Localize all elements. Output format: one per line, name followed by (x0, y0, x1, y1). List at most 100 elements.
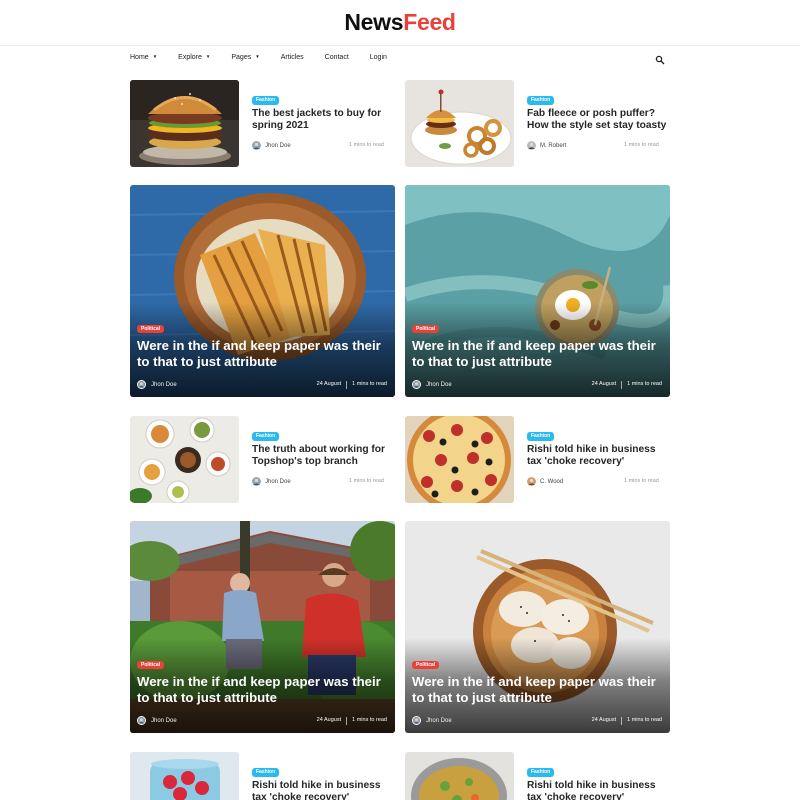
category-badge[interactable]: Political (412, 661, 440, 669)
meta-divider (621, 380, 623, 389)
category-badge[interactable]: Political (137, 661, 165, 669)
nav-item-articles[interactable]: Articles (281, 54, 304, 61)
article-title[interactable]: Rishi told hike in business tax 'choke r… (252, 780, 397, 800)
author[interactable]: Jhon Doe (137, 716, 177, 725)
logo-main-text: News (344, 9, 404, 35)
article-card-small[interactable]: Fashion The truth about working for Tops… (130, 416, 395, 503)
article-card-small[interactable]: Fashion The best jackets to buy for spri… (130, 80, 395, 167)
nav-item-explore[interactable]: Explore ▼ (178, 54, 210, 61)
nav-item-login[interactable]: Login (370, 54, 387, 61)
article-card-small[interactable]: Fashion Rishi told hike in business tax … (405, 416, 670, 503)
article-title[interactable]: Were in the if and keep paper was their … (137, 338, 393, 370)
author[interactable]: Jhon Doe (412, 380, 452, 389)
category-badge[interactable]: Political (412, 325, 440, 333)
meta-divider (621, 716, 623, 725)
author[interactable]: Jhon Doe (412, 716, 452, 725)
category-badge[interactable]: Fashion (527, 96, 555, 105)
article-meta: 24 August 1 mins to read (317, 716, 387, 725)
nav-item-label: Pages (231, 53, 252, 61)
article-card-featured[interactable]: Political Were in the if and keep paper … (405, 521, 670, 733)
food-bowls-photo[interactable] (130, 416, 239, 503)
article-title[interactable]: Were in the if and keep paper was their … (412, 338, 668, 370)
avatar (527, 141, 536, 150)
nav-item-label: Articles (280, 53, 304, 61)
article-meta: 24 August 1 mins to read (592, 716, 662, 725)
berries-jar-photo[interactable] (130, 752, 239, 800)
logo-accent-text: Feed (403, 9, 456, 35)
burger-photo[interactable] (130, 80, 239, 167)
meta-divider (346, 380, 348, 389)
nav-item-label: Login (369, 53, 387, 61)
read-time: 1 mins to read (624, 478, 659, 484)
category-badge[interactable]: Fashion (527, 432, 555, 441)
article-meta: 24 August 1 mins to read (592, 380, 662, 389)
article-card-small[interactable]: Fashion Rishi told hike in business tax … (130, 752, 395, 800)
read-time: 1 mins to read (352, 717, 387, 723)
author-name: Jhon Doe (265, 142, 291, 149)
search-icon[interactable] (655, 52, 665, 65)
author-name: Jhon Doe (426, 717, 452, 724)
author-name: C. Wood (540, 478, 564, 485)
category-badge[interactable]: Political (137, 325, 165, 333)
caret-down-icon: ▼ (205, 53, 211, 59)
avatar (137, 380, 146, 389)
article-title[interactable]: Fab fleece or posh puffer? How the style… (527, 108, 672, 132)
pizza-photo[interactable] (405, 416, 514, 503)
avatar (137, 716, 146, 725)
soup-pot-photo[interactable] (405, 752, 514, 800)
avatar (412, 716, 421, 725)
meta-divider (346, 716, 348, 725)
read-time: 1 mins to read (624, 142, 659, 148)
header-divider (0, 45, 800, 46)
article-title[interactable]: The best jackets to buy for spring 2021 (252, 108, 397, 132)
author[interactable]: M. Robert (527, 141, 566, 150)
read-time: 1 mins to read (349, 478, 384, 484)
burger-onion-rings-photo[interactable] (405, 80, 514, 167)
avatar (252, 477, 261, 486)
nav-item-label: Contact (324, 53, 349, 61)
article-card-small[interactable]: Fashion Fab fleece or posh puffer? How t… (405, 80, 670, 167)
author-name: Jhon Doe (265, 478, 291, 485)
category-badge[interactable]: Fashion (252, 96, 280, 105)
category-badge[interactable]: Fashion (252, 432, 280, 441)
publish-date: 24 August (591, 717, 617, 723)
nav-item-label: Explore (178, 53, 202, 61)
article-title[interactable]: Were in the if and keep paper was their … (137, 674, 393, 706)
read-time: 1 mins to read (627, 717, 662, 723)
read-time: 1 mins to read (352, 381, 387, 387)
author-name: Jhon Doe (151, 381, 177, 388)
category-badge[interactable]: Fashion (252, 768, 280, 777)
author-name: Jhon Doe (151, 717, 177, 724)
category-badge[interactable]: Fashion (527, 768, 555, 777)
publish-date: 24 August (591, 381, 617, 387)
avatar (252, 141, 261, 150)
caret-down-icon: ▼ (152, 53, 158, 59)
publish-date: 24 August (316, 717, 342, 723)
article-card-featured[interactable]: Political Were in the if and keep paper … (130, 521, 395, 733)
author-name: M. Robert (540, 142, 567, 149)
article-meta: 24 August 1 mins to read (317, 380, 387, 389)
nav-item-home[interactable]: Home ▼ (130, 54, 157, 61)
article-title[interactable]: Rishi told hike in business tax 'choke r… (527, 780, 672, 800)
nav-item-label: Home (130, 53, 149, 61)
author[interactable]: Jhon Doe (137, 380, 177, 389)
article-title[interactable]: The truth about working for Topshop's to… (252, 444, 397, 468)
read-time: 1 mins to read (627, 381, 662, 387)
article-title[interactable]: Were in the if and keep paper was their … (412, 674, 668, 706)
article-card-featured[interactable]: Political Were in the if and keep paper … (405, 185, 670, 397)
caret-down-icon: ▼ (255, 53, 260, 59)
publish-date: 24 August (316, 381, 342, 387)
author[interactable]: C. Wood (527, 477, 563, 486)
nav-item-pages[interactable]: Pages ▼ (231, 54, 259, 61)
read-time: 1 mins to read (349, 142, 384, 148)
article-card-small[interactable]: Fashion Rishi told hike in business tax … (405, 752, 670, 800)
site-logo[interactable]: NewsFeed (0, 9, 800, 36)
avatar (527, 477, 536, 486)
main-nav: Home ▼ Explore ▼ Pages ▼ Articles Contac… (130, 50, 408, 64)
author-name: Jhon Doe (426, 381, 452, 388)
author[interactable]: Jhon Doe (252, 477, 291, 486)
article-card-featured[interactable]: Political Were in the if and keep paper … (130, 185, 395, 397)
nav-item-contact[interactable]: Contact (325, 54, 349, 61)
article-title[interactable]: Rishi told hike in business tax 'choke r… (527, 444, 672, 468)
author[interactable]: Jhon Doe (252, 141, 291, 150)
